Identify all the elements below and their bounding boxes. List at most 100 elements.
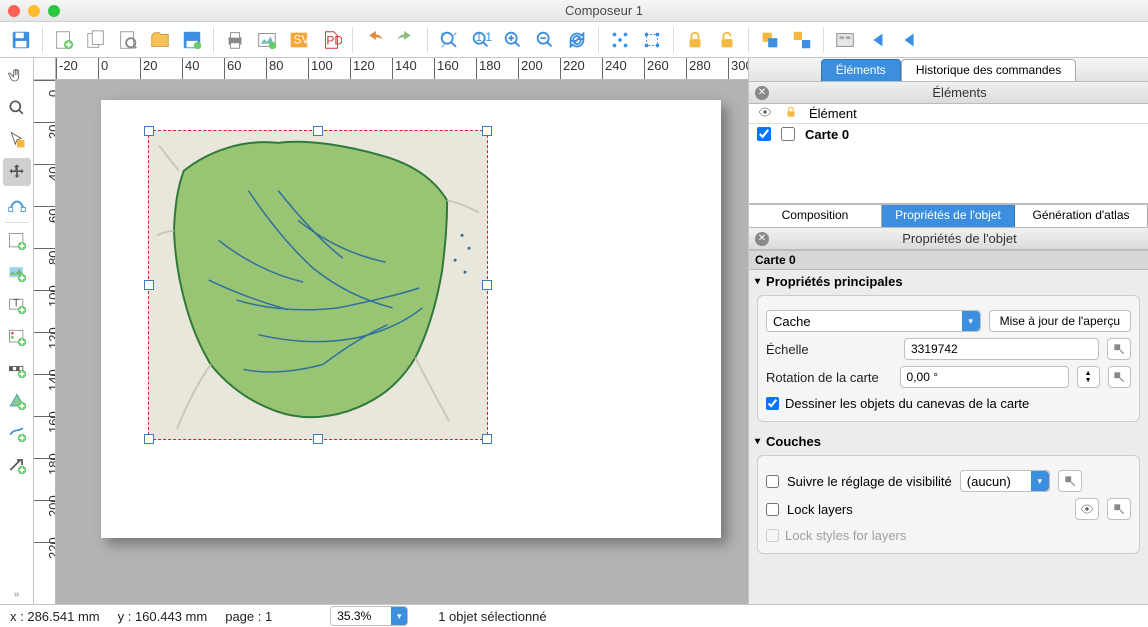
toolbox-overflow-icon[interactable]: »: [14, 589, 20, 600]
scale-input[interactable]: [904, 338, 1099, 360]
add-scalebar-tool[interactable]: [3, 355, 31, 383]
export-pdf-button[interactable]: PDF: [316, 25, 346, 55]
resize-handle[interactable]: [144, 280, 154, 290]
zoom-input[interactable]: [331, 607, 391, 625]
atlas-first-button[interactable]: [862, 25, 892, 55]
refresh-button[interactable]: [562, 25, 592, 55]
status-x: x : 286.541 mm: [10, 609, 100, 624]
add-shape-tool[interactable]: [3, 387, 31, 415]
spinner-buttons[interactable]: ▲▼: [1077, 366, 1100, 388]
layers-body: Suivre le réglage de visibilité (aucun)▾…: [757, 455, 1140, 554]
load-template-button[interactable]: [145, 25, 175, 55]
close-panel-icon[interactable]: ✕: [755, 232, 769, 246]
add-arrow-tool[interactable]: [3, 451, 31, 479]
tab-composition[interactable]: Composition: [749, 205, 882, 227]
atlas-prev-button[interactable]: [894, 25, 924, 55]
preset-visibility-button[interactable]: [1075, 498, 1099, 520]
group-button[interactable]: [755, 25, 785, 55]
rotation-input[interactable]: [900, 366, 1069, 388]
visibility-checkbox[interactable]: [757, 127, 771, 141]
close-panel-icon[interactable]: ✕: [755, 86, 769, 100]
export-svg-button[interactable]: SVG: [284, 25, 314, 55]
lock-items-button[interactable]: [680, 25, 710, 55]
add-map-tool[interactable]: [3, 227, 31, 255]
map-item[interactable]: [148, 130, 488, 440]
zoom-in-button[interactable]: [498, 25, 528, 55]
save-template-button[interactable]: [177, 25, 207, 55]
zoom-out-button[interactable]: [530, 25, 560, 55]
redo-button[interactable]: [391, 25, 421, 55]
tab-atlas[interactable]: Génération d'atlas: [1015, 205, 1148, 227]
lock-checkbox[interactable]: [781, 127, 795, 141]
update-preview-button[interactable]: Mise à jour de l'aperçu: [989, 310, 1131, 332]
resize-handle[interactable]: [482, 280, 492, 290]
data-defined-button[interactable]: [1107, 498, 1131, 520]
canvas-viewport[interactable]: [56, 80, 748, 604]
scale-label: Échelle: [766, 342, 896, 357]
close-window-button[interactable]: [8, 5, 20, 17]
print-button[interactable]: [220, 25, 250, 55]
draw-canvas-items-checkbox[interactable]: [766, 397, 779, 410]
cache-mode-select[interactable]: Cache▾: [766, 310, 981, 332]
composer-manager-button[interactable]: [113, 25, 143, 55]
visibility-preset-select[interactable]: (aucun)▾: [960, 470, 1050, 492]
lock-styles-label: Lock styles for layers: [785, 528, 906, 543]
data-defined-button[interactable]: [1108, 366, 1131, 388]
tab-elements[interactable]: Éléments: [821, 59, 901, 81]
minimize-window-button[interactable]: [28, 5, 40, 17]
save-button[interactable]: [6, 25, 36, 55]
export-image-button[interactable]: [252, 25, 282, 55]
add-label-tool[interactable]: T: [3, 291, 31, 319]
undo-button[interactable]: [359, 25, 389, 55]
preview-atlas-button[interactable]: [830, 25, 860, 55]
section-layers[interactable]: Couches: [749, 430, 1148, 453]
data-defined-button[interactable]: [1107, 338, 1131, 360]
resize-handle[interactable]: [313, 126, 323, 136]
status-bar: x : 286.541 mm y : 160.443 mm page : 1 ▾…: [0, 604, 1148, 627]
tab-history[interactable]: Historique des commandes: [901, 59, 1076, 81]
right-panel: Éléments Historique des commandes ✕ Élém…: [748, 58, 1148, 604]
lock-styles-checkbox: [766, 529, 779, 542]
edit-nodes-tool[interactable]: [3, 190, 31, 218]
resize-handle[interactable]: [144, 434, 154, 444]
zoom-full-button[interactable]: [434, 25, 464, 55]
duplicate-composer-button[interactable]: [81, 25, 111, 55]
add-image-tool[interactable]: [3, 259, 31, 287]
new-composer-button[interactable]: [49, 25, 79, 55]
lock-layers-label: Lock layers: [787, 502, 1067, 517]
tab-item-properties[interactable]: Propriétés de l'objet: [882, 205, 1015, 227]
add-legend-tool[interactable]: [3, 323, 31, 351]
ruler-horizontal: -200204060801001201401601802002202402602…: [56, 58, 748, 80]
svg-text:PDF: PDF: [326, 33, 342, 47]
lock-layers-checkbox[interactable]: [766, 503, 779, 516]
section-main-properties[interactable]: Propriétés principales: [749, 270, 1148, 293]
zoom-window-button[interactable]: [48, 5, 60, 17]
add-node-tool[interactable]: [3, 419, 31, 447]
select-tool[interactable]: [3, 126, 31, 154]
elements-list-row[interactable]: Carte 0: [749, 124, 1148, 144]
snap-guides-button[interactable]: [637, 25, 667, 55]
eye-icon: [757, 105, 773, 122]
resize-handle[interactable]: [482, 434, 492, 444]
elements-list-header: Élément: [749, 104, 1148, 124]
properties-scroll[interactable]: Carte 0 Propriétés principales Cache▾ Mi…: [749, 250, 1148, 604]
follow-visibility-checkbox[interactable]: [766, 475, 779, 488]
map-preview: [149, 131, 487, 439]
rotation-label: Rotation de la carte: [766, 370, 892, 385]
unlock-items-button[interactable]: [712, 25, 742, 55]
status-selection: 1 objet sélectionné: [438, 609, 546, 624]
left-toolbox: T »: [0, 58, 34, 604]
snap-grid-button[interactable]: [605, 25, 635, 55]
zoom-select[interactable]: ▾: [330, 606, 408, 626]
resize-handle[interactable]: [313, 434, 323, 444]
ungroup-button[interactable]: [787, 25, 817, 55]
elements-list: Élément Carte 0: [749, 104, 1148, 204]
move-item-content-tool[interactable]: [3, 158, 31, 186]
page[interactable]: [101, 100, 721, 538]
pan-tool[interactable]: [3, 62, 31, 90]
zoom-actual-button[interactable]: 1:1: [466, 25, 496, 55]
zoom-tool[interactable]: [3, 94, 31, 122]
resize-handle[interactable]: [482, 126, 492, 136]
data-defined-button[interactable]: [1058, 470, 1082, 492]
resize-handle[interactable]: [144, 126, 154, 136]
